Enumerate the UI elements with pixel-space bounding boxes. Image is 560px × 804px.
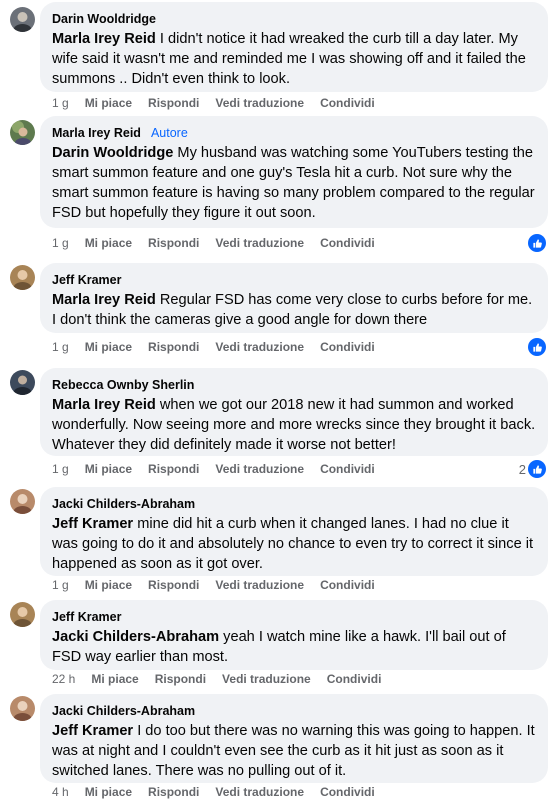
comment-author[interactable]: Jacki Childers-Abraham: [52, 703, 195, 719]
reply-button[interactable]: Rispondi: [155, 672, 206, 686]
comment-actions: 1 g Mi piace Rispondi Vedi traduzione Co…: [52, 235, 391, 251]
comment-text: Jeff Kramer mine did hit a curb when it …: [52, 514, 536, 574]
share-button[interactable]: Condividi: [320, 96, 375, 110]
avatar[interactable]: [10, 602, 35, 627]
avatar-photo-icon: [10, 120, 35, 145]
translate-button[interactable]: Vedi traduzione: [215, 785, 304, 799]
mention-link[interactable]: Marla Irey Reid: [52, 292, 156, 308]
translate-button[interactable]: Vedi traduzione: [215, 340, 304, 354]
comment-text: Jacki Childers-Abraham yeah I watch mine…: [52, 627, 536, 667]
comment-text: Marla Irey Reid Regular FSD has come ver…: [52, 290, 536, 330]
avatar[interactable]: [10, 120, 35, 145]
comment-text: Jeff Kramer I do too but there was no wa…: [52, 721, 536, 781]
comment-time[interactable]: 1 g: [52, 236, 69, 250]
comment-bubble: Jeff Kramer Marla Irey Reid Regular FSD …: [40, 263, 548, 333]
translate-button[interactable]: Vedi traduzione: [215, 236, 304, 250]
mention-link[interactable]: Marla Irey Reid: [52, 31, 156, 47]
comment-text: Darin Wooldridge My husband was watching…: [52, 143, 536, 223]
like-reaction-icon: [528, 338, 546, 356]
comment-author[interactable]: Rebecca Ownby Sherlin: [52, 377, 194, 393]
comment-text: Marla Irey Reid I didn't notice it had w…: [52, 29, 536, 89]
avatar-photo-icon: [10, 696, 35, 721]
comment-actions: 1 g Mi piace Rispondi Vedi traduzione Co…: [52, 577, 391, 593]
avatar-photo-icon: [10, 602, 35, 627]
like-button[interactable]: Mi piace: [91, 672, 138, 686]
comment-bubble: Jacki Childers-Abraham Jeff Kramer mine …: [40, 487, 548, 576]
comment-author[interactable]: Marla Irey Reid: [52, 125, 141, 141]
reaction-summary[interactable]: 2: [519, 460, 546, 478]
comment-author[interactable]: Jeff Kramer: [52, 272, 121, 288]
comment-bubble: Jeff Kramer Jacki Childers-Abraham yeah …: [40, 600, 548, 670]
comment-time[interactable]: 22 h: [52, 672, 75, 686]
mention-link[interactable]: Darin Wooldridge: [52, 145, 173, 161]
comment-time[interactable]: 1 g: [52, 96, 69, 110]
avatar[interactable]: [10, 489, 35, 514]
like-button[interactable]: Mi piace: [85, 96, 132, 110]
comment-actions: 22 h Mi piace Rispondi Vedi traduzione C…: [52, 671, 397, 687]
like-button[interactable]: Mi piace: [85, 340, 132, 354]
comment-author[interactable]: Darin Wooldridge: [52, 11, 156, 27]
comment-bubble: Marla Irey Reid Autore Darin Wooldridge M…: [40, 116, 548, 228]
avatar-photo-icon: [10, 370, 35, 395]
comment-bubble: Jacki Childers-Abraham Jeff Kramer I do …: [40, 694, 548, 783]
mention-link[interactable]: Jeff Kramer: [52, 723, 133, 739]
avatar-photo-icon: [10, 7, 35, 32]
comment-time[interactable]: 4 h: [52, 785, 69, 799]
translate-button[interactable]: Vedi traduzione: [215, 462, 304, 476]
avatar-photo-icon: [10, 489, 35, 514]
reply-button[interactable]: Rispondi: [148, 578, 199, 592]
comment-actions: 1 g Mi piace Rispondi Vedi traduzione Co…: [52, 95, 391, 111]
like-button[interactable]: Mi piace: [85, 462, 132, 476]
reaction-count: 2: [518, 461, 526, 477]
mention-link[interactable]: Jacki Childers-Abraham: [52, 629, 219, 645]
share-button[interactable]: Condividi: [320, 340, 375, 354]
avatar-photo-icon: [10, 265, 35, 290]
translate-button[interactable]: Vedi traduzione: [222, 672, 311, 686]
reply-button[interactable]: Rispondi: [148, 96, 199, 110]
share-button[interactable]: Condividi: [327, 672, 382, 686]
author-badge: Autore: [150, 126, 188, 140]
comment-time[interactable]: 1 g: [52, 462, 69, 476]
avatar[interactable]: [10, 265, 35, 290]
comment-actions: 1 g Mi piace Rispondi Vedi traduzione Co…: [52, 339, 391, 355]
avatar[interactable]: [10, 696, 35, 721]
reply-button[interactable]: Rispondi: [148, 785, 199, 799]
reaction-summary[interactable]: [528, 338, 546, 356]
comment-bubble: Rebecca Ownby Sherlin Marla Irey Reid wh…: [40, 368, 548, 456]
comment-author[interactable]: Jacki Childers-Abraham: [52, 496, 195, 512]
reply-button[interactable]: Rispondi: [148, 462, 199, 476]
share-button[interactable]: Condividi: [320, 236, 375, 250]
share-button[interactable]: Condividi: [320, 462, 375, 476]
avatar[interactable]: [10, 7, 35, 32]
comment-time[interactable]: 1 g: [52, 340, 69, 354]
like-button[interactable]: Mi piace: [85, 785, 132, 799]
like-reaction-icon: [528, 234, 546, 252]
share-button[interactable]: Condividi: [320, 785, 375, 799]
like-button[interactable]: Mi piace: [85, 578, 132, 592]
comment-time[interactable]: 1 g: [52, 578, 69, 592]
reaction-summary[interactable]: [528, 234, 546, 252]
comment-actions: 1 g Mi piace Rispondi Vedi traduzione Co…: [52, 461, 391, 477]
comment-actions: 4 h Mi piace Rispondi Vedi traduzione Co…: [52, 784, 391, 800]
comment-bubble: Darin Wooldridge Marla Irey Reid I didn'…: [40, 2, 548, 92]
reply-button[interactable]: Rispondi: [148, 340, 199, 354]
mention-link[interactable]: Marla Irey Reid: [52, 397, 156, 413]
like-reaction-icon: [528, 460, 546, 478]
translate-button[interactable]: Vedi traduzione: [215, 578, 304, 592]
reply-button[interactable]: Rispondi: [148, 236, 199, 250]
avatar[interactable]: [10, 370, 35, 395]
translate-button[interactable]: Vedi traduzione: [215, 96, 304, 110]
comment-text: Marla Irey Reid when we got our 2018 new…: [52, 395, 536, 455]
mention-link[interactable]: Jeff Kramer: [52, 516, 133, 532]
like-button[interactable]: Mi piace: [85, 236, 132, 250]
comment-author[interactable]: Jeff Kramer: [52, 609, 121, 625]
share-button[interactable]: Condividi: [320, 578, 375, 592]
